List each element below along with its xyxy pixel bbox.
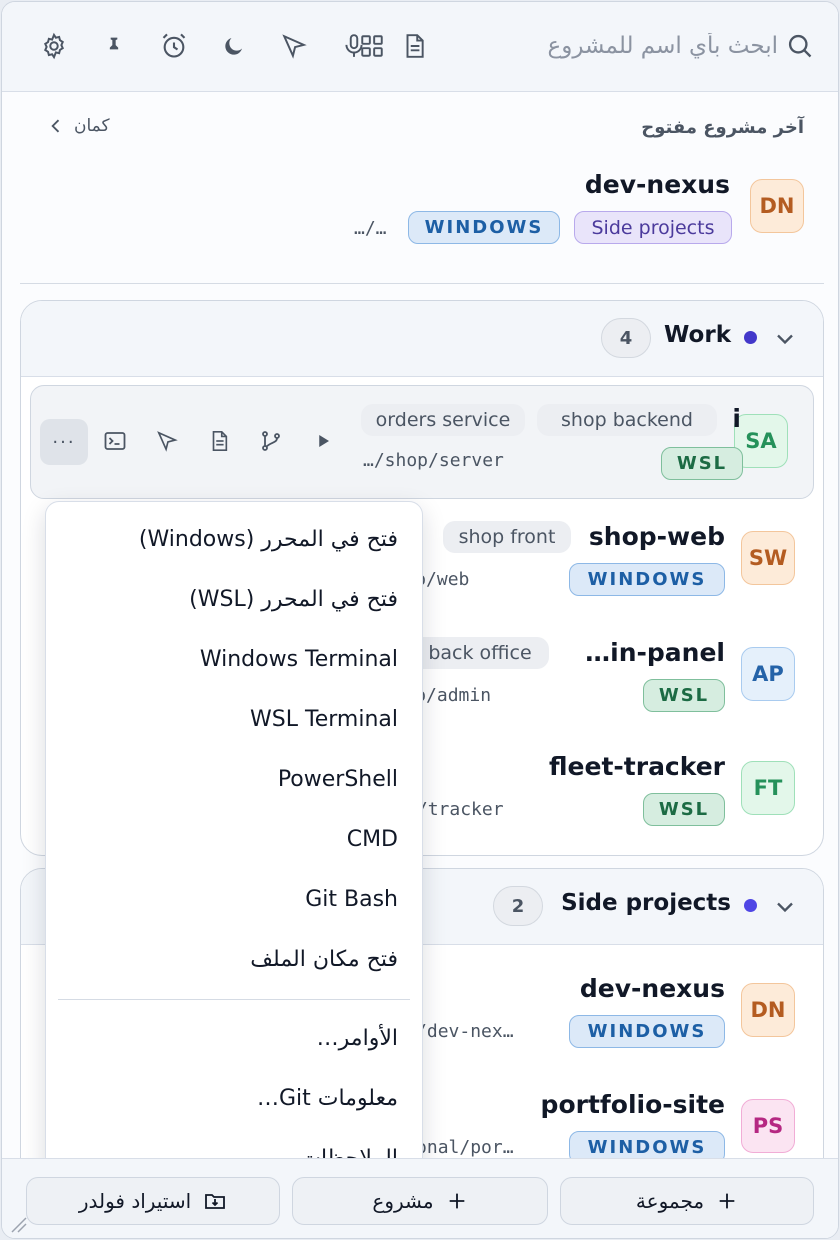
add-project-button[interactable]: مشروع — [292, 1177, 548, 1225]
project-name[interactable]: …in-panel — [585, 638, 725, 667]
project-name[interactable]: portfolio-site — [541, 1090, 725, 1119]
group-color-dot — [744, 331, 757, 344]
git-branch-icon[interactable] — [255, 425, 287, 457]
project-path: …/shop/server — [363, 450, 504, 471]
add-project-label: مشروع — [372, 1189, 434, 1213]
plus-icon — [446, 1190, 468, 1212]
search-input[interactable] — [508, 24, 778, 68]
send-icon[interactable] — [151, 425, 183, 457]
menu-item-powershell[interactable]: PowerShell — [278, 759, 398, 799]
document-icon[interactable] — [398, 30, 430, 62]
group-badge: Side projects — [574, 211, 732, 244]
gear-icon[interactable] — [38, 30, 70, 62]
project-name[interactable]: i — [732, 404, 741, 433]
menu-item-open-editor-wsl[interactable]: فتح في المحرر (WSL) — [189, 579, 398, 619]
more-actions-button[interactable]: ··· — [40, 419, 88, 465]
recent-project-path: …/… — [354, 218, 387, 239]
group-color-dot — [744, 899, 757, 912]
project-tag: shop backend — [537, 404, 717, 436]
microphone-icon[interactable] — [338, 30, 370, 62]
avatar: AP — [741, 647, 795, 701]
os-badge: WINDOWS — [408, 211, 560, 244]
group-name: Side projects — [561, 890, 731, 916]
bottom-toolbar: استيراد فولدر مشروع مجموعة — [2, 1158, 838, 1238]
project-tag: back office — [411, 637, 549, 669]
menu-item-git-info[interactable]: معلومات Git… — [257, 1078, 398, 1118]
avatar: DN — [741, 983, 795, 1037]
project-row-active[interactable]: SA i shop backend orders service WSL …/s… — [30, 385, 814, 499]
menu-item-wsl-terminal[interactable]: WSL Terminal — [250, 699, 398, 739]
folder-import-icon — [203, 1189, 227, 1213]
context-menu: فتح في المحرر (Windows) فتح في المحرر (W… — [45, 501, 423, 1181]
os-badge: WSL — [661, 447, 743, 480]
avatar: SW — [741, 531, 795, 585]
add-group-label: مجموعة — [635, 1189, 705, 1213]
avatar: PS — [741, 1099, 795, 1153]
menu-separator — [58, 999, 410, 1000]
menu-item-open-editor-windows[interactable]: فتح في المحرر (Windows) — [139, 519, 398, 559]
project-name[interactable]: shop-web — [589, 522, 725, 551]
document-icon[interactable] — [203, 425, 235, 457]
chevron-left-icon — [46, 116, 66, 136]
app-window: آخر مشروع مفتوح كمان DN dev-nexus Side p… — [1, 1, 839, 1239]
resize-grip-icon[interactable] — [8, 1214, 28, 1234]
os-badge: WINDOWS — [569, 1015, 725, 1048]
recent-section-title: آخر مشروع مفتوح — [641, 117, 804, 138]
import-folder-button[interactable]: استيراد فولدر — [26, 1177, 280, 1225]
project-tag: orders service — [361, 404, 525, 436]
avatar: FT — [741, 761, 795, 815]
menu-item-git-bash[interactable]: Git Bash — [305, 879, 398, 919]
group-count-badge: 4 — [601, 318, 651, 358]
group-name: Work — [664, 322, 731, 348]
menu-item-windows-terminal[interactable]: Windows Terminal — [200, 639, 398, 679]
recent-project-name[interactable]: dev-nexus — [585, 170, 730, 199]
project-name[interactable]: fleet-tracker — [549, 752, 725, 781]
search-icon[interactable] — [784, 30, 816, 62]
menu-item-cmd[interactable]: CMD — [347, 819, 398, 859]
pin-icon[interactable] — [98, 30, 130, 62]
add-group-button[interactable]: مجموعة — [560, 1177, 814, 1225]
top-toolbar — [2, 2, 838, 92]
more-link[interactable]: كمان — [46, 116, 110, 136]
divider — [20, 283, 824, 284]
play-icon[interactable] — [307, 425, 339, 457]
terminal-icon[interactable] — [99, 425, 131, 457]
project-tag: shop front — [443, 521, 571, 553]
moon-icon[interactable] — [218, 30, 250, 62]
import-folder-label: استيراد فولدر — [78, 1189, 192, 1213]
os-badge: WSL — [643, 793, 725, 826]
project-name[interactable]: dev-nexus — [580, 974, 725, 1003]
os-badge: WSL — [643, 679, 725, 712]
os-badge: WINDOWS — [569, 563, 725, 596]
send-icon[interactable] — [278, 30, 310, 62]
menu-item-commands[interactable]: الأوامر… — [317, 1018, 398, 1058]
chevron-down-icon[interactable] — [771, 325, 799, 353]
group-count-badge: 2 — [493, 886, 543, 926]
chevron-down-icon[interactable] — [771, 893, 799, 921]
more-label: كمان — [74, 116, 110, 136]
alarm-icon[interactable] — [158, 30, 190, 62]
avatar: DN — [750, 179, 804, 233]
plus-icon — [716, 1190, 738, 1212]
menu-item-open-file-location[interactable]: فتح مكان الملف — [250, 939, 398, 979]
group-header[interactable]: Work 4 — [21, 301, 823, 377]
